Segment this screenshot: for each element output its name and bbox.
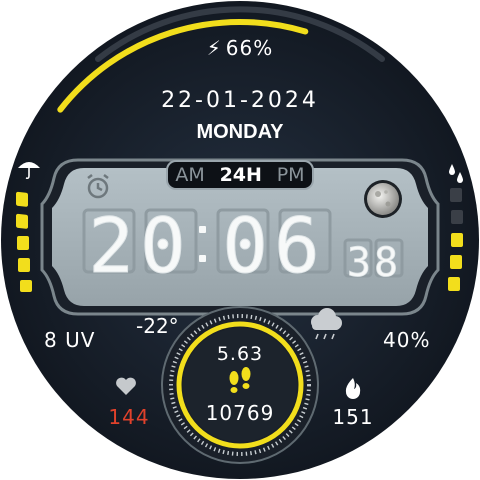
- time-format-24h[interactable]: 24H: [220, 164, 262, 186]
- lightning-bolt-icon: ⚡: [206, 36, 222, 60]
- battery-indicator: ⚡ 66%: [0, 36, 480, 60]
- time-minutes: 06: [222, 201, 326, 290]
- time-format-pm[interactable]: PM: [277, 164, 305, 186]
- heart-rate-value: 144: [108, 405, 150, 429]
- date-display: 22-01-2024: [161, 88, 319, 113]
- time-hours: 20: [88, 201, 192, 290]
- time-format-am[interactable]: AM: [175, 164, 204, 186]
- weekday-display: MONDAY: [196, 121, 284, 143]
- calories-value: 151: [332, 405, 374, 429]
- moon-phase-icon: [364, 180, 402, 218]
- temperature: -22°: [136, 314, 179, 338]
- humidity: 40%: [383, 328, 431, 352]
- steps-value: 10769: [205, 401, 275, 425]
- time-seconds: 38: [347, 240, 401, 286]
- time-format-selector[interactable]: AM 24H PM: [166, 160, 314, 190]
- distance-value: 5.63: [216, 343, 264, 365]
- uv-index: 8 UV: [44, 328, 96, 352]
- battery-value: 66%: [225, 36, 274, 60]
